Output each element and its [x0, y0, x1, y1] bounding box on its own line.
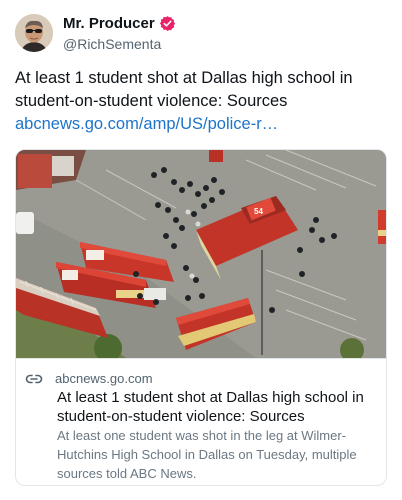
- card-description: At least one student was shot in the leg…: [57, 428, 357, 481]
- link-preview-card[interactable]: 54 abcnews.go.com At least 1 student sho…: [15, 149, 387, 486]
- post-header: Mr. Producer @RichSementa: [15, 14, 176, 52]
- card-domain: abcnews.go.com: [55, 371, 153, 386]
- avatar[interactable]: [15, 14, 53, 52]
- post-link[interactable]: abcnews.go.com/amp/US/police-r…: [15, 113, 278, 136]
- link-preview-info[interactable]: abcnews.go.com At least 1 student shot a…: [16, 358, 386, 485]
- author-handle[interactable]: @RichSementa: [63, 36, 176, 52]
- author-name[interactable]: Mr. Producer: [63, 15, 155, 32]
- post-text: At least 1 student shot at Dallas high s…: [15, 69, 353, 110]
- name-row: Mr. Producer: [63, 15, 176, 33]
- card-title: At least 1 student shot at Dallas high s…: [57, 389, 364, 425]
- truck-number: 54: [254, 207, 263, 216]
- link-icon: [25, 372, 43, 386]
- author-block: Mr. Producer @RichSementa: [63, 15, 176, 52]
- card-domain-row: abcnews.go.com: [25, 371, 153, 386]
- link-preview-image[interactable]: 54: [16, 150, 387, 358]
- post[interactable]: Mr. Producer @RichSementa At least 1 stu…: [0, 0, 402, 500]
- verified-badge-icon: [159, 15, 176, 32]
